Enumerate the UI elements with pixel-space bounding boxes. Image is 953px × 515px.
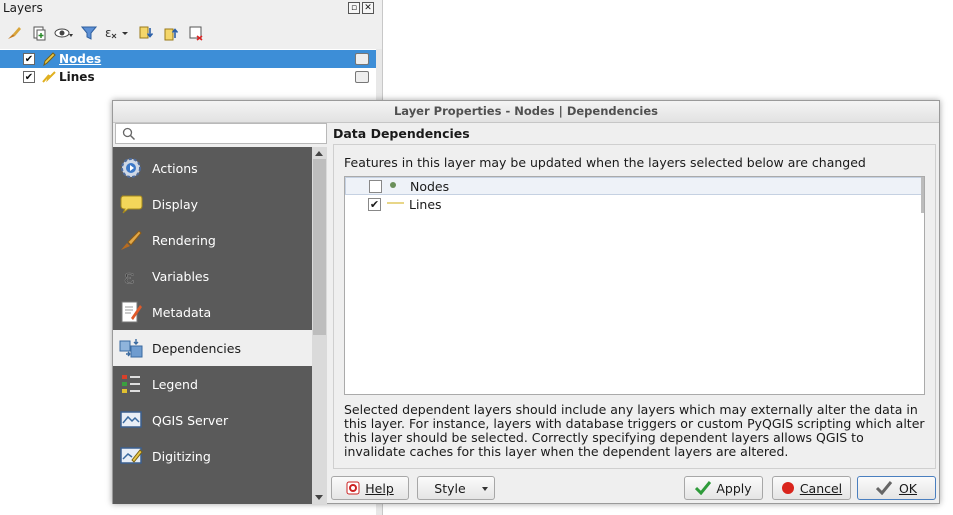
legend-icon [118, 371, 144, 397]
scroll-down-icon[interactable] [315, 495, 323, 500]
scrollbar-thumb[interactable] [313, 159, 326, 335]
checkmark-icon [695, 481, 712, 495]
intro-text: Features in this layer may be updated wh… [344, 155, 866, 170]
sidebar-item-dependencies[interactable]: Dependencies [113, 330, 312, 366]
sidebar-item-rendering[interactable]: Rendering [113, 222, 312, 258]
line-dash-icon [387, 197, 405, 211]
ok-check-icon [875, 481, 894, 495]
sidebar-item-label: Metadata [152, 304, 212, 320]
sidebar-item-metadata[interactable]: Metadata [113, 294, 312, 330]
point-layer-pencil-icon [42, 52, 56, 69]
layer-properties-dialog: Layer Properties - Nodes | Dependencies … [112, 100, 940, 504]
expand-all-icon[interactable] [136, 24, 155, 43]
search-input[interactable] [115, 123, 327, 144]
sidebar-item-variables[interactable]: ε Variables [113, 258, 312, 294]
collapse-all-icon[interactable] [161, 24, 180, 43]
dependency-layer-name: Nodes [410, 178, 450, 194]
actions-gear-icon [118, 155, 144, 181]
eye-filter-icon[interactable] [54, 24, 73, 43]
dependencies-icon [118, 335, 144, 361]
float-icon[interactable]: ▫ [348, 2, 360, 14]
point-dot-icon [388, 179, 398, 193]
funnel-filter-icon[interactable] [79, 24, 98, 43]
dependency-row-nodes[interactable]: Nodes [345, 177, 923, 195]
cancel-icon [781, 481, 795, 495]
layer-row-lines[interactable]: ✔ Lines [0, 68, 377, 86]
layer-name: Nodes [59, 52, 102, 66]
style-brush-icon[interactable] [4, 24, 23, 43]
dialog-title: Layer Properties - Nodes | Dependencies [113, 101, 939, 123]
document-pencil-icon [118, 299, 144, 325]
editing-toggle-icon[interactable] [355, 53, 369, 65]
dependency-checkbox[interactable] [369, 179, 382, 193]
layer-row-nodes[interactable]: ✔ Nodes [0, 50, 377, 68]
svg-text:ε: ε [105, 26, 112, 40]
add-group-icon[interactable] [29, 24, 48, 43]
sidebar-item-legend[interactable]: Legend [113, 366, 312, 402]
dependencies-group: Features in this layer may be updated wh… [333, 144, 936, 469]
speech-bubble-icon [118, 191, 144, 217]
svg-text:ε: ε [124, 264, 134, 288]
layers-panel-title: Layers [3, 1, 43, 15]
sidebar-item-actions[interactable]: Actions [113, 150, 312, 186]
help-lifebuoy-icon [346, 481, 360, 495]
sidebar-item-label: Display [152, 196, 199, 212]
apply-label: Apply [716, 480, 752, 496]
dock-header-buttons: ▫ ✕ [348, 2, 374, 14]
expression-filter-icon[interactable]: ε [104, 24, 130, 43]
sidebar-item-label: Dependencies [152, 340, 241, 356]
properties-sidebar: Actions Display Rendering ε Variables Me… [113, 147, 327, 504]
digitizing-icon [118, 443, 144, 469]
layer-visibility-checkbox[interactable]: ✔ [23, 71, 35, 83]
sidebar-item-label: Digitizing [152, 448, 211, 464]
epsilon-icon: ε [118, 263, 144, 289]
editing-toggle-icon[interactable] [355, 71, 369, 83]
sidebar-item-label: QGIS Server [152, 412, 229, 428]
sidebar-item-label: Variables [152, 268, 210, 284]
search-icon [122, 127, 136, 144]
sidebar-item-label: Legend [152, 376, 198, 392]
style-label: Style [434, 480, 466, 496]
chevron-down-icon [482, 487, 488, 491]
paintbrush-icon [118, 227, 144, 253]
dependency-checkbox[interactable]: ✔ [368, 197, 381, 211]
style-dropdown-button[interactable]: Style [417, 476, 495, 500]
remove-layer-icon[interactable] [186, 24, 205, 43]
help-label: Help [365, 480, 394, 496]
cancel-label: Cancel [799, 480, 843, 496]
qgis-window: Layers ▫ ✕ ε ✔ Nodes ✔ Lines Layer Prope… [0, 0, 953, 515]
ok-label: OK [898, 480, 918, 496]
dependency-layer-list[interactable]: Nodes ✔ Lines [344, 176, 925, 395]
sidebar-item-digitizing[interactable]: Digitizing [113, 438, 312, 474]
sidebar-scrollbar[interactable] [312, 147, 327, 504]
sidebar-item-label: Actions [152, 160, 198, 176]
dependencies-page: Data Dependencies Features in this layer… [331, 123, 939, 470]
server-map-icon [118, 407, 144, 433]
layer-visibility-checkbox[interactable]: ✔ [23, 53, 35, 65]
cancel-button[interactable]: Cancel [772, 476, 851, 500]
ok-button[interactable]: OK [857, 476, 936, 500]
apply-button[interactable]: Apply [684, 476, 763, 500]
sidebar-item-display[interactable]: Display [113, 186, 312, 222]
list-scrollbar[interactable] [921, 177, 924, 213]
dependency-row-lines[interactable]: ✔ Lines [345, 195, 923, 213]
dependency-layer-name: Lines [409, 196, 442, 212]
help-text: Selected dependent layers should include… [344, 402, 925, 459]
layers-toolbar: ε [4, 22, 205, 44]
sidebar-item-label: Rendering [152, 232, 216, 248]
layer-name: Lines [59, 70, 95, 84]
scroll-up-icon[interactable] [315, 151, 323, 156]
sidebar-item-qgis-server[interactable]: QGIS Server [113, 402, 312, 438]
page-title: Data Dependencies [333, 126, 470, 141]
help-button[interactable]: Help [331, 476, 409, 500]
line-layer-icon [42, 70, 56, 87]
close-icon[interactable]: ✕ [362, 2, 374, 14]
